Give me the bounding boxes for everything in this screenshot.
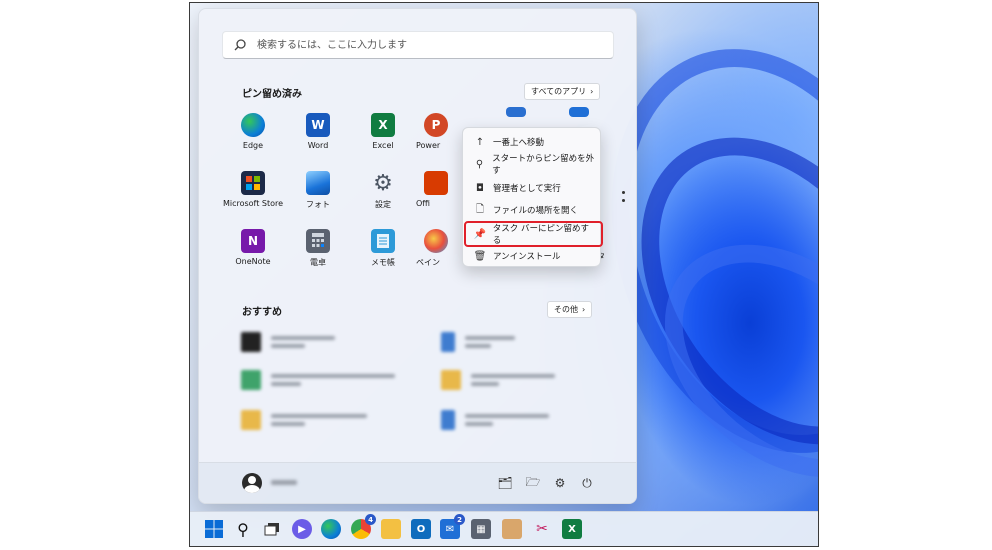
gear-icon: ⚙ xyxy=(373,170,393,196)
search-input[interactable] xyxy=(255,38,589,52)
context-menu: ↑ 一番上へ移動 ⚲ スタートからピン留めを外す ◘ 管理者として実行 🗋 ファ… xyxy=(462,127,603,267)
search-icon[interactable]: ⚲ xyxy=(233,519,253,539)
excel-icon: X xyxy=(371,113,395,137)
snipping-tool-icon[interactable]: ✂ xyxy=(532,519,552,539)
start-footer: 🗂 🗁 ⚙ ⏻ xyxy=(199,462,636,503)
office-icon xyxy=(424,171,448,195)
app-notepad[interactable]: メモ帳 xyxy=(351,229,415,268)
app-onenote[interactable]: N OneNote xyxy=(221,229,285,266)
outlook-icon[interactable]: O xyxy=(411,519,431,539)
file-location-icon: 🗋 xyxy=(475,203,485,215)
file-icon xyxy=(441,410,455,430)
notification-badge: 4 xyxy=(365,514,376,525)
menu-item-run-as-admin[interactable]: ◘ 管理者として実行 xyxy=(467,178,596,198)
file-icon xyxy=(441,332,455,352)
start-menu: ピン留め済み すべてのアプリ › Edge W Word X Excel P P… xyxy=(198,8,637,504)
recommended-title: おすすめ xyxy=(242,307,282,318)
excel-file-icon xyxy=(241,370,261,390)
app-microsoft-store[interactable]: Microsoft Store xyxy=(221,171,285,208)
task-view-icon[interactable] xyxy=(262,519,282,539)
notepad-icon xyxy=(371,229,395,253)
screenshot-frame: ピン留め済み すべてのアプリ › Edge W Word X Excel P P… xyxy=(189,2,819,547)
edge-icon xyxy=(241,113,265,137)
admin-shield-icon: ◘ xyxy=(476,182,484,194)
chevron-right-icon: › xyxy=(590,87,594,96)
calculator-icon xyxy=(306,229,330,253)
chat-icon[interactable]: ▶ xyxy=(292,519,312,539)
page-indicator[interactable] xyxy=(622,191,625,207)
menu-item-unpin-from-start[interactable]: ⚲ スタートからピン留めを外す xyxy=(467,154,596,176)
windows-icon xyxy=(205,520,223,538)
recommended-item[interactable] xyxy=(241,329,431,355)
pinned-title: ピン留め済み xyxy=(242,89,302,100)
folder-icon xyxy=(441,370,461,390)
recommended-item[interactable] xyxy=(441,367,631,393)
app-photos[interactable]: フォト xyxy=(286,171,350,210)
chevron-right-icon: › xyxy=(582,305,586,314)
edge-icon[interactable] xyxy=(321,519,341,539)
calendar-icon xyxy=(569,107,589,117)
recommended-item[interactable] xyxy=(241,367,431,393)
app-excel[interactable]: X Excel xyxy=(351,113,415,150)
photos-icon xyxy=(306,171,330,195)
store-icon xyxy=(241,171,265,195)
app-word[interactable]: W Word xyxy=(286,113,350,150)
gear-icon[interactable]: ⚙ xyxy=(552,475,568,491)
mail-icon[interactable]: ✉ 2 xyxy=(440,514,465,539)
app-paint[interactable]: ペイン xyxy=(416,229,456,268)
app-calendar[interactable] xyxy=(567,107,591,121)
recommended-item[interactable] xyxy=(241,407,431,433)
unpin-icon: ⚲ xyxy=(475,158,484,170)
onenote-icon: N xyxy=(241,229,265,253)
menu-item-uninstall[interactable]: 🗑 アンインストール xyxy=(467,246,596,266)
word-icon: W xyxy=(306,113,330,137)
excel-icon[interactable]: X xyxy=(562,519,582,539)
menu-item-move-to-top[interactable]: ↑ 一番上へ移動 xyxy=(467,132,596,152)
app-edge[interactable]: Edge xyxy=(221,113,285,150)
recommended-item[interactable] xyxy=(441,407,631,433)
menu-item-open-file-location[interactable]: 🗋 ファイルの場所を開く xyxy=(467,200,596,220)
calculator-icon[interactable]: ▦ xyxy=(471,519,491,539)
menu-item-pin-to-taskbar[interactable]: 📌 タスク バーにピン留めする xyxy=(464,221,603,247)
arrow-up-icon: ↑ xyxy=(475,136,485,148)
start-button[interactable] xyxy=(204,519,224,539)
app-powerpoint[interactable]: P Power xyxy=(416,113,456,150)
chrome-icon[interactable]: 4 xyxy=(351,514,376,539)
search-box[interactable] xyxy=(222,31,614,59)
app-icon xyxy=(506,107,526,117)
trash-icon: 🗑 xyxy=(473,250,487,262)
file-explorer-icon[interactable] xyxy=(381,519,401,539)
app-settings[interactable]: ⚙ 設定 xyxy=(351,171,415,210)
paint-icon xyxy=(424,229,448,253)
highlight-box xyxy=(464,221,603,247)
folder-icon xyxy=(241,410,261,430)
app-calculator[interactable]: 電卓 xyxy=(286,229,350,268)
app-office[interactable]: Offi xyxy=(416,171,456,208)
folder-icon[interactable]: 🗁 xyxy=(525,475,541,491)
powerpoint-icon: P xyxy=(424,113,448,137)
app-hidden-1[interactable] xyxy=(504,107,528,121)
archive-icon[interactable] xyxy=(502,519,522,539)
all-apps-button[interactable]: すべてのアプリ › xyxy=(524,83,601,100)
notification-badge: 2 xyxy=(454,514,465,525)
user-avatar[interactable] xyxy=(242,473,262,493)
power-icon[interactable]: ⏻ xyxy=(579,475,595,491)
file-icon xyxy=(241,332,261,352)
more-button[interactable]: その他 › xyxy=(547,301,593,318)
user-name[interactable] xyxy=(271,480,297,485)
recommended-item[interactable] xyxy=(441,329,631,355)
documents-folder-icon[interactable]: 🗂 xyxy=(497,475,513,491)
search-icon xyxy=(234,39,246,51)
taskbar: ⚲ ▶ 4 O ✉ 2 ▦ ✂ X xyxy=(190,511,818,546)
